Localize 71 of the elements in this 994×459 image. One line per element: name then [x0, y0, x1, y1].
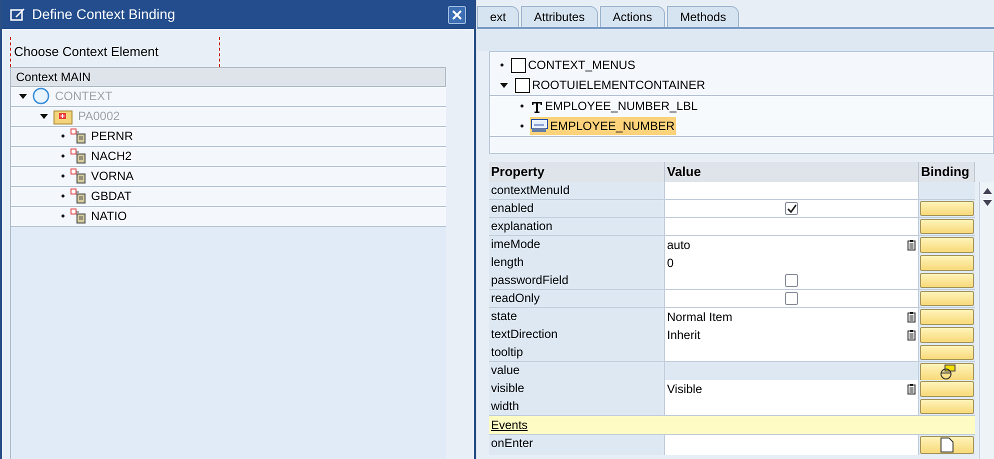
tree-item[interactable]: CONTEXT_MENUS	[510, 56, 636, 74]
property-name: length	[489, 254, 665, 272]
tree-header: Context MAIN	[16, 68, 91, 86]
scroll-down-icon[interactable]	[982, 200, 992, 206]
close-icon	[452, 10, 462, 20]
edit-icon	[10, 8, 26, 22]
property-name: passwordField	[489, 272, 665, 289]
value-cell[interactable]	[665, 272, 919, 289]
property-name: readOnly	[489, 290, 665, 307]
list-icon	[907, 330, 916, 340]
input-field-icon	[531, 119, 548, 133]
value-cell[interactable]	[665, 398, 919, 415]
checkbox[interactable]	[785, 274, 798, 287]
bullet-icon	[61, 174, 65, 178]
value-cell[interactable]: auto	[665, 236, 919, 254]
bullet-icon	[61, 154, 65, 158]
property-name: state	[489, 308, 665, 326]
bullet-icon	[520, 124, 524, 128]
tree-item[interactable]: EMPLOYEE_NUMBER	[530, 117, 676, 135]
list-icon	[907, 240, 916, 250]
value-cell[interactable]: Normal Item	[665, 308, 919, 326]
events-link[interactable]: Events	[491, 416, 528, 434]
property-name: width	[489, 398, 665, 415]
property-value: auto	[667, 237, 692, 254]
property-value: Normal Item	[667, 309, 734, 326]
property-name: explanation	[489, 218, 665, 235]
scrollbar[interactable]	[979, 182, 994, 459]
scroll-up-icon[interactable]	[982, 188, 992, 194]
text-icon	[531, 100, 543, 112]
tree-item[interactable]: EMPLOYEE_NUMBER_LBL	[530, 97, 699, 115]
value-cell[interactable]: 0	[665, 254, 919, 272]
value-cell[interactable]	[665, 218, 919, 235]
property-value: Inherit	[667, 327, 702, 344]
tab[interactable]: Actions	[600, 6, 666, 27]
property-name: enabled	[489, 200, 665, 217]
list-icon	[907, 384, 916, 394]
tab[interactable]: Methods	[667, 6, 740, 27]
value-cell[interactable]: Inherit	[665, 326, 919, 344]
tab[interactable]: ext	[477, 6, 520, 27]
box-icon	[515, 78, 530, 92]
bullet-icon	[61, 134, 65, 138]
list-icon	[907, 312, 916, 322]
box-icon	[511, 58, 526, 72]
bullet-icon	[61, 214, 65, 218]
value-cell[interactable]	[665, 435, 919, 455]
tab[interactable]: Attributes	[521, 6, 598, 27]
property-value: Visible	[667, 381, 704, 398]
property-name: visible	[489, 380, 665, 398]
property-name: imeMode	[489, 236, 665, 254]
bullet-icon	[520, 104, 524, 108]
value-cell[interactable]	[665, 200, 919, 217]
dialog-title: Define Context Binding	[32, 5, 176, 24]
check-icon	[786, 204, 796, 214]
bullet-icon	[500, 63, 504, 67]
property-name: tooltip	[489, 344, 665, 361]
checkbox[interactable]	[785, 202, 798, 215]
property-name: onEnter	[489, 435, 665, 455]
value-cell[interactable]	[665, 290, 919, 307]
bullet-icon	[61, 194, 65, 198]
property-name: contextMenuId	[489, 182, 665, 199]
value-cell[interactable]	[665, 182, 919, 199]
property-value: 0	[667, 255, 675, 272]
document-icon	[940, 437, 954, 453]
property-name: textDirection	[489, 326, 665, 344]
value-cell[interactable]: Visible	[665, 380, 919, 398]
value-cell[interactable]	[665, 344, 919, 361]
checkbox[interactable]	[785, 292, 798, 305]
tree-item[interactable]: ROOTUIELEMENTCONTAINER	[514, 76, 706, 94]
binding-icon	[938, 364, 956, 380]
property-name: value	[489, 362, 665, 382]
close-button[interactable]	[448, 6, 466, 24]
